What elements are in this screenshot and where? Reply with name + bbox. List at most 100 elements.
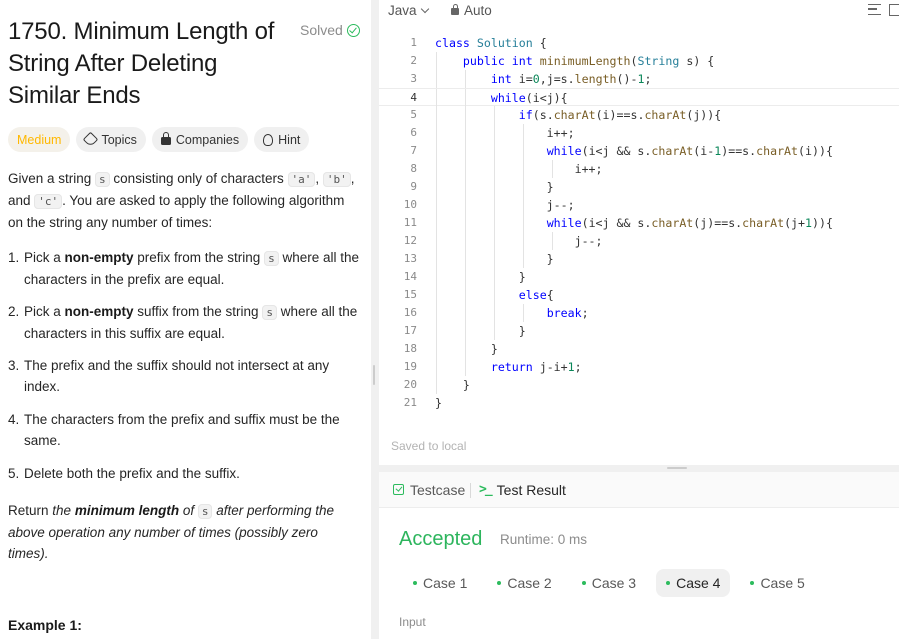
result-status: Accepted (399, 528, 483, 550)
code-line[interactable]: 3 int i=0,j=s.length()-1; (379, 70, 899, 88)
code-line[interactable]: 12 j--; (379, 232, 899, 250)
pass-dot-icon (750, 581, 755, 585)
return-paragraph: Return the minimum length of s after per… (8, 500, 360, 564)
step-text: suffix from the string (133, 304, 263, 319)
inline-code: 'c' (34, 194, 63, 209)
line-number: 1 (410, 36, 417, 49)
drag-handle-icon[interactable] (667, 467, 687, 469)
intro-text: , (350, 171, 355, 186)
lock-icon (160, 132, 171, 145)
code-line[interactable]: 2 public int minimumLength(String s) { (379, 52, 899, 70)
auto-mode[interactable]: Auto (451, 3, 492, 18)
inline-code: s (264, 251, 279, 266)
line-number: 21 (403, 396, 417, 409)
inline-code: s (95, 172, 110, 187)
tab-testcase[interactable]: Testcase (393, 482, 465, 498)
problem-title[interactable]: 1750. Minimum Length of String After Del… (8, 16, 283, 112)
companies-button[interactable]: Companies (151, 127, 249, 152)
difficulty-badge: Medium (8, 127, 71, 152)
code-line-active[interactable]: 4 while(i<j){ (379, 88, 899, 107)
code-line[interactable]: 19 return j-i+1; (379, 358, 899, 376)
case-tab-active[interactable]: Case 4 (656, 569, 731, 597)
case-tab[interactable]: Case 1 (403, 569, 477, 597)
line-number: 13 (403, 252, 417, 265)
code-text: i++; (435, 126, 575, 140)
tab-divider (470, 483, 471, 498)
result-tabs: Testcase >_ Test Result (379, 472, 899, 508)
code-text: if(s.charAt(i)==s.charAt(j)){ (518, 108, 722, 122)
code-line[interactable]: 17 } (379, 322, 899, 340)
code-line[interactable]: 8 i++; (379, 160, 899, 178)
code-line[interactable]: 16 break; (379, 304, 899, 322)
vertical-splitter[interactable] (371, 0, 379, 639)
step-item: 1. Pick a non-empty prefix from the stri… (8, 247, 360, 290)
horizontal-splitter[interactable] (379, 465, 899, 472)
code-text: } (435, 342, 498, 356)
pass-dot-icon (497, 581, 502, 585)
step-emphasis: non-empty (64, 250, 134, 265)
code-area[interactable]: 1 class Solution { 2 public int minimumLe… (379, 34, 899, 412)
code-line[interactable]: 20 } (379, 376, 899, 394)
code-text: break; (546, 306, 589, 320)
bookmark-icon[interactable] (889, 4, 899, 16)
step-item: 2. Pick a non-empty suffix from the stri… (8, 301, 360, 344)
code-line[interactable]: 21} (379, 394, 899, 412)
tab-test-result[interactable]: >_ Test Result (479, 482, 566, 498)
example-heading: Example 1: (8, 617, 82, 633)
code-line[interactable]: 6 i++; (379, 124, 899, 142)
code-line[interactable]: 14 } (379, 268, 899, 286)
hint-label: Hint (278, 132, 301, 147)
code-line[interactable]: 13 } (379, 250, 899, 268)
code-line[interactable]: 5 if(s.charAt(i)==s.charAt(j)){ (379, 106, 899, 124)
line-number: 3 (410, 72, 417, 85)
case-tab[interactable]: Case 5 (740, 569, 814, 597)
saved-status: Saved to local (391, 439, 467, 453)
code-editor[interactable]: Java Auto 1 class Solution { 2 public int… (379, 0, 899, 465)
code-text: j--; (435, 198, 575, 212)
lightbulb-icon (263, 133, 274, 146)
code-text: return j-i+1; (490, 360, 582, 374)
inline-code: s (262, 305, 277, 320)
line-number: 7 (410, 144, 417, 157)
code-text: j--; (435, 234, 603, 248)
language-select[interactable]: Java (388, 3, 429, 18)
solved-status: Solved (300, 22, 360, 38)
step-item: 5. Delete both the prefix and the suffix… (8, 463, 360, 484)
topics-button[interactable]: Topics (76, 127, 146, 152)
intro-text: Given a string (8, 171, 96, 186)
line-number: 17 (403, 324, 417, 337)
checkbox-icon (393, 484, 404, 495)
drag-handle-icon[interactable] (373, 365, 375, 385)
line-number: 5 (410, 108, 417, 121)
case-label: Case 4 (676, 575, 721, 591)
difficulty-label: Medium (17, 132, 62, 147)
line-number: 4 (410, 91, 417, 104)
code-line[interactable]: 10 j--; (379, 196, 899, 214)
chevron-down-icon (420, 4, 429, 13)
problem-description: Given a string s consisting only of char… (8, 168, 360, 233)
code-line[interactable]: 7 while(i<j && s.charAt(i-1)==s.charAt(i… (379, 142, 899, 160)
return-text: Return (8, 503, 53, 518)
mode-label: Auto (464, 3, 492, 18)
code-line[interactable]: 11 while(i<j && s.charAt(j)==s.charAt(j+… (379, 214, 899, 232)
pass-dot-icon (666, 581, 671, 585)
case-label: Case 2 (507, 575, 552, 591)
code-line[interactable]: 9 } (379, 178, 899, 196)
lock-icon (451, 4, 459, 15)
code-line[interactable]: 18 } (379, 340, 899, 358)
code-line[interactable]: 15 else{ (379, 286, 899, 304)
step-number: 5. (8, 466, 20, 481)
code-text: class Solution { (435, 36, 547, 50)
intro-text: and (8, 193, 35, 208)
code-text: while(i<j && s.charAt(j)==s.charAt(j+1))… (546, 216, 833, 230)
code-line[interactable]: 1 class Solution { (379, 34, 899, 52)
case-tab[interactable]: Case 2 (487, 569, 561, 597)
case-tab[interactable]: Case 3 (572, 569, 646, 597)
format-icon[interactable] (868, 4, 881, 15)
pass-dot-icon (413, 581, 417, 585)
step-text: prefix from the string (133, 250, 265, 265)
line-number: 10 (403, 198, 417, 211)
editor-actions (868, 4, 899, 16)
step-number: 3. (8, 358, 20, 373)
hint-button[interactable]: Hint (254, 127, 310, 152)
